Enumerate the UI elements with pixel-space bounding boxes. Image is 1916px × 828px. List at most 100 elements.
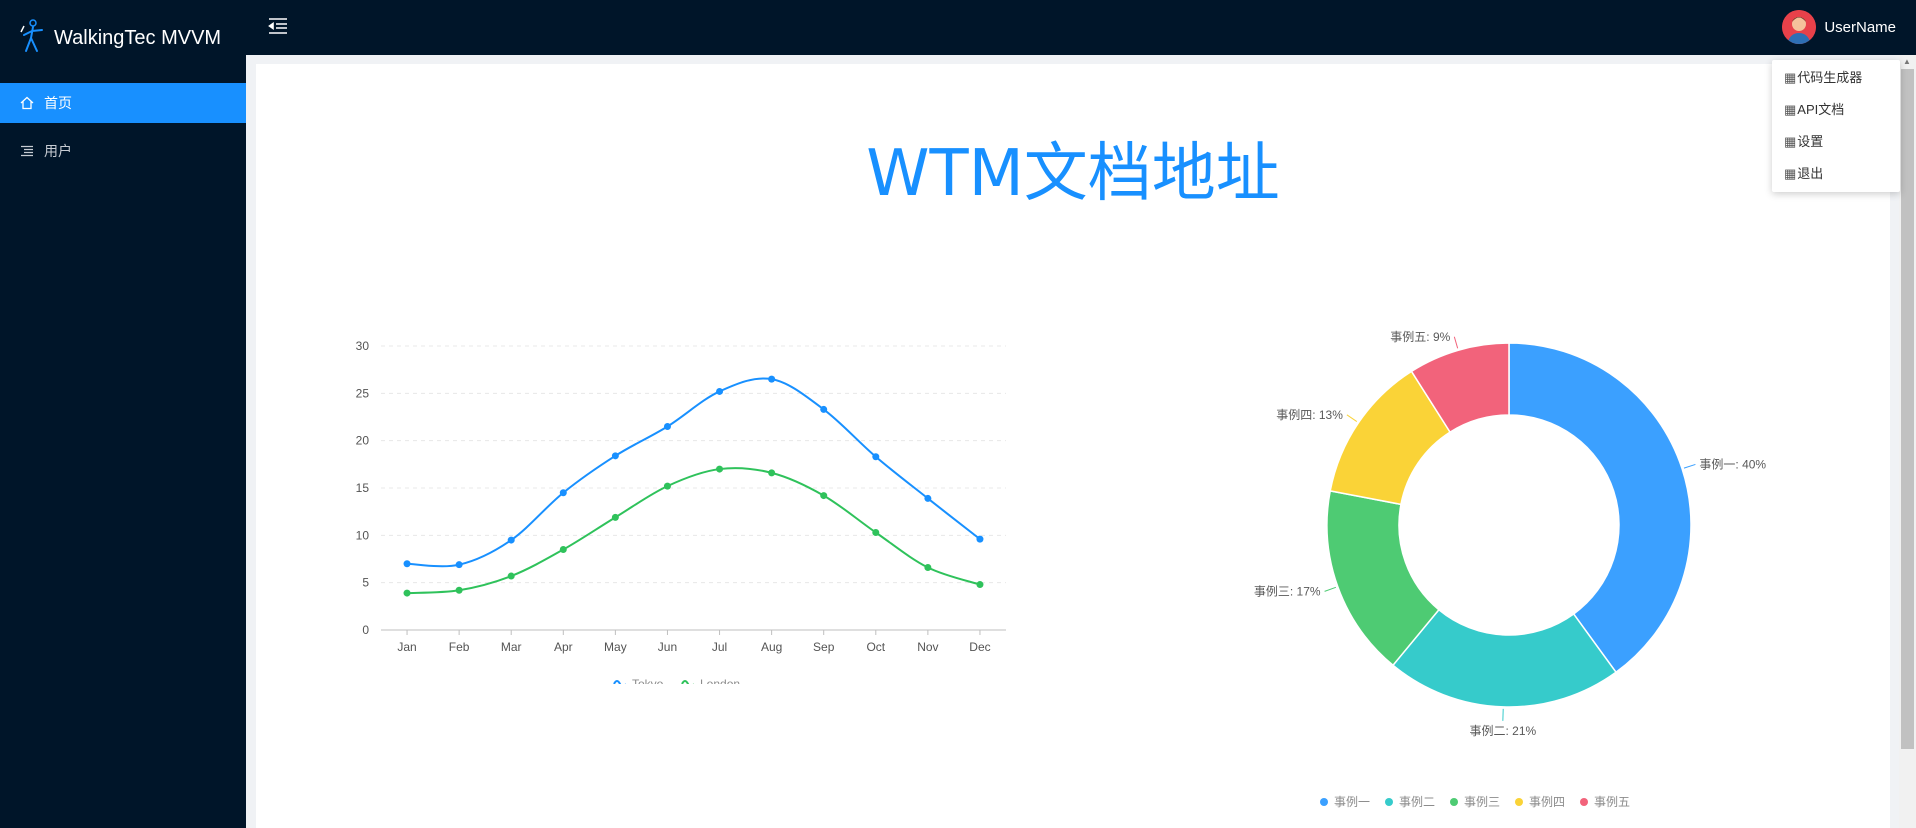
sidebar-item-label: 首页	[44, 95, 72, 111]
menu-item-code-generator[interactable]: ▦ 代码生成器	[1772, 62, 1900, 94]
x-tick-label: Jul	[712, 640, 727, 654]
data-point	[716, 465, 724, 473]
grid-icon: ▦	[1784, 70, 1797, 85]
menu-item-api-docs[interactable]: ▦ API文档	[1772, 94, 1900, 126]
pie-slice-事例一	[1508, 342, 1692, 674]
data-point	[663, 422, 671, 430]
x-tick-label: Feb	[449, 640, 470, 654]
y-tick-label: 30	[356, 339, 370, 353]
slice-label: 事例四: 13%	[1276, 408, 1343, 422]
label-line	[1324, 586, 1337, 592]
scroll-up-icon[interactable]: ▲	[1903, 57, 1911, 66]
line-chart: 0 5 10 15 20 25 30 Jan Feb Mar Apr May Jun Jul Aug Sep O…	[356, 339, 1006, 684]
legend-marker	[1450, 798, 1458, 806]
legend-label: Tokyo	[632, 677, 664, 684]
legend-marker	[1515, 798, 1523, 806]
data-point	[820, 492, 828, 500]
data-point	[559, 546, 567, 554]
menu-item-settings[interactable]: ▦ 设置	[1772, 126, 1900, 158]
data-point	[559, 489, 567, 497]
menu-item-label: 代码生成器	[1797, 70, 1863, 85]
scrollbar[interactable]: ▲	[1899, 55, 1916, 828]
data-point	[507, 572, 515, 580]
menu-item-label: API文档	[1797, 102, 1845, 117]
y-tick-label: 5	[362, 576, 369, 590]
home-icon	[20, 96, 34, 110]
y-tick-label: 15	[356, 481, 370, 495]
legend-label: London	[700, 677, 740, 684]
username: UserName	[1824, 18, 1896, 36]
data-point	[663, 482, 671, 490]
data-point	[924, 564, 932, 572]
app-title: WalkingTec MVVM	[54, 27, 222, 49]
donut-chart: 事例一: 40% 事例二: 21% 事例三: 17% 事例四: 13% 事例五: 9% 事…	[1254, 330, 1767, 809]
data-point	[403, 589, 411, 597]
data-point	[403, 560, 411, 568]
logo-icon	[18, 18, 48, 59]
y-tick-label: 10	[356, 528, 370, 542]
data-point	[872, 528, 880, 536]
menu-item-logout[interactable]: ▦ 退出	[1772, 158, 1900, 190]
sidebar-item-users[interactable]: 用户	[0, 131, 246, 171]
x-tick-label: Jan	[397, 640, 416, 654]
user-dropdown-menu: ▦ 代码生成器 ▦ API文档 ▦ 设置 ▦ 退出	[1772, 60, 1900, 192]
avatar	[1782, 10, 1817, 44]
legend-marker	[613, 680, 626, 684]
app-logo[interactable]: WalkingTec MVVM	[18, 18, 221, 59]
grid-icon: ▦	[1784, 166, 1797, 181]
slice-label: 事例二: 21%	[1469, 724, 1536, 738]
grid-icon: ▦	[1784, 102, 1797, 117]
sidebar-menu: 首页 用户	[0, 83, 246, 171]
y-tick-label: 25	[356, 386, 370, 400]
label-line	[1346, 414, 1358, 422]
slice-label: 事例五: 9%	[1390, 330, 1450, 344]
x-tick-label: Jun	[658, 640, 677, 654]
x-tick-label: Oct	[866, 640, 885, 654]
slice-label: 事例三: 17%	[1254, 584, 1321, 598]
series-line-tokyo	[407, 377, 981, 568]
sidebar-item-label: 用户	[44, 143, 72, 159]
user-menu[interactable]: UserName	[1782, 10, 1896, 44]
x-tick-label: Nov	[917, 640, 938, 654]
list-icon	[20, 144, 34, 158]
slice-label: 事例一: 40%	[1699, 457, 1766, 471]
legend-label: 事例一	[1334, 795, 1370, 809]
data-point	[976, 581, 984, 589]
menu-fold-icon[interactable]	[268, 17, 288, 40]
label-line	[1453, 336, 1459, 349]
menu-item-label: 设置	[1797, 134, 1824, 149]
data-point	[872, 453, 880, 461]
data-point	[716, 387, 724, 395]
x-tick-label: Mar	[501, 640, 522, 654]
y-tick-label: 0	[362, 623, 369, 637]
label-line	[1683, 463, 1696, 469]
page-title[interactable]: WTM文档地址	[256, 122, 1890, 214]
data-point	[611, 513, 619, 521]
data-point	[768, 375, 776, 383]
main-content: WTM文档地址 0 5 10 15 20 25 30 Jan Feb Mar Apr May Jun Ju…	[256, 64, 1890, 828]
legend-marker	[1580, 798, 1588, 806]
sidebar-item-home[interactable]: 首页	[0, 83, 246, 123]
legend-label: 事例四	[1529, 795, 1565, 809]
legend-marker	[681, 680, 694, 684]
top-header: UserName	[246, 0, 1916, 55]
data-point	[820, 405, 828, 413]
data-point	[768, 469, 776, 477]
x-tick-label: Dec	[969, 640, 990, 654]
legend-label: 事例三	[1464, 795, 1500, 809]
x-tick-label: Sep	[813, 640, 835, 654]
data-point	[455, 586, 463, 594]
data-point	[976, 535, 984, 543]
legend-label: 事例二	[1399, 795, 1435, 809]
grid-icon: ▦	[1784, 134, 1797, 149]
data-point	[507, 536, 515, 544]
scroll-thumb[interactable]	[1901, 69, 1914, 749]
data-point	[455, 561, 463, 569]
sidebar: WalkingTec MVVM 首页 用户	[0, 0, 246, 828]
x-tick-label: Aug	[761, 640, 782, 654]
y-tick-label: 20	[356, 434, 370, 448]
x-tick-label: Apr	[554, 640, 573, 654]
legend-marker	[1385, 798, 1393, 806]
menu-item-label: 退出	[1797, 166, 1824, 181]
x-tick-label: May	[604, 640, 627, 654]
